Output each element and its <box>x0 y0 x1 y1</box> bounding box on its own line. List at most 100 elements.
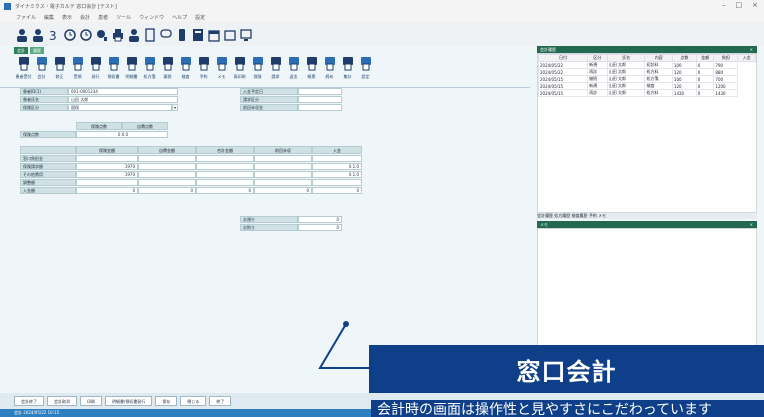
grid-cell[interactable]: 0 <box>138 187 196 194</box>
right-field-value[interactable] <box>298 104 342 111</box>
history-column-header[interactable]: 点数 <box>671 54 697 62</box>
tool-button[interactable]: 再印刷 <box>232 54 247 86</box>
grid-cell[interactable]: 0.1.0 <box>312 163 362 170</box>
person-icon[interactable] <box>32 26 44 42</box>
menu-item[interactable]: 編集 <box>44 14 54 21</box>
person-icon[interactable] <box>128 26 140 42</box>
history-column-header[interactable]: 金額 <box>695 54 715 62</box>
history-column-header[interactable]: 内容 <box>644 54 673 62</box>
patient-id-field[interactable]: 001-0001234 <box>68 88 178 95</box>
history-column-header[interactable]: 日付 <box>537 54 589 62</box>
grid-cell[interactable]: 1970 <box>76 171 138 178</box>
patient-name-field[interactable]: 山田 太郎 <box>68 96 178 103</box>
grid-cell[interactable] <box>196 155 254 162</box>
tab-history[interactable]: 履歴 <box>30 47 44 54</box>
monitor-icon[interactable] <box>240 26 252 42</box>
right-field-value[interactable] <box>298 88 342 95</box>
close-icon[interactable]: × <box>750 221 753 228</box>
finish-button[interactable]: 会計終了 <box>14 396 44 406</box>
menu-item[interactable]: 会計 <box>80 14 90 21</box>
tool-button[interactable]: 請求 <box>268 54 283 86</box>
points-value[interactable]: 0.0.0 <box>76 131 168 138</box>
grid-cell[interactable]: 0 <box>76 187 138 194</box>
tool-button[interactable]: 予約 <box>196 54 211 86</box>
tool-button[interactable]: 返金 <box>286 54 301 86</box>
right-field-value[interactable] <box>298 96 342 103</box>
menu-item[interactable]: ファイル <box>16 14 36 21</box>
grid-cell[interactable]: 0 <box>312 187 362 194</box>
tool-button[interactable]: 領収書 <box>106 54 121 86</box>
folder-icon[interactable] <box>224 26 236 42</box>
grid-cell[interactable] <box>254 171 312 178</box>
tool-button[interactable]: 帳票 <box>304 54 319 86</box>
insurance-select[interactable]: 国保 <box>68 104 172 111</box>
close-icon[interactable]: × <box>752 1 758 9</box>
grid-cell[interactable] <box>254 179 312 186</box>
print-button[interactable]: 印刷 <box>80 396 102 406</box>
history-tab-strip[interactable]: 会計履歴 処方履歴 検査履歴 予約 メモ <box>537 213 757 219</box>
tool-button[interactable]: 設定 <box>358 54 373 86</box>
menu-item[interactable]: 患者 <box>98 14 108 21</box>
history-column-header[interactable]: 氏名 <box>606 54 646 62</box>
chevron-down-icon[interactable]: ▾ <box>172 104 178 111</box>
grid-cell[interactable] <box>196 163 254 170</box>
deposit-field[interactable]: 0 <box>298 216 342 223</box>
tool-button[interactable]: 発行 <box>88 54 103 86</box>
grid-cell[interactable]: 1970 <box>76 163 138 170</box>
history-row[interactable]: 2024/05/15 新規 山田 太郎 検査 120 0 1200 <box>537 82 756 90</box>
grid-cell[interactable] <box>138 163 196 170</box>
tab-accounting[interactable]: 会計 <box>14 47 28 54</box>
history-row[interactable]: 2024/05/15 再診 山田 太郎 処方料 1430 0 1430 <box>537 89 756 97</box>
number-icon[interactable]: 3 <box>48 26 60 42</box>
grid-cell[interactable] <box>138 171 196 178</box>
tool-button[interactable]: 患者受付 <box>16 54 32 86</box>
menu-item[interactable]: ヘルプ <box>172 14 187 21</box>
history-row[interactable]: 2024/05/22 新規 山田 太郎 初診料 100 0 790 <box>537 61 756 69</box>
calendar-icon[interactable] <box>208 26 220 42</box>
tool-button[interactable]: 保険 <box>250 54 265 86</box>
menu-item[interactable]: 表示 <box>62 14 72 21</box>
grid-cell[interactable]: 0 <box>196 187 254 194</box>
grid-cell[interactable]: 0.1.0 <box>312 171 362 178</box>
exit-button[interactable]: 終了 <box>209 396 232 406</box>
tool-button[interactable]: 検査 <box>178 54 193 86</box>
cancel-button[interactable]: 会計取消 <box>47 396 77 406</box>
printer-icon[interactable] <box>112 26 124 42</box>
chat-icon[interactable] <box>160 26 172 42</box>
tool-button[interactable]: 処方箋 <box>142 54 157 86</box>
grid-cell[interactable] <box>254 155 312 162</box>
minimize-icon[interactable]: – <box>722 1 726 9</box>
grid-cell[interactable]: 0 <box>254 187 312 194</box>
close-icon[interactable]: × <box>750 46 753 53</box>
person-icon[interactable] <box>16 26 28 42</box>
history-row[interactable]: 2024/05/22 再診 山田 太郎 処方料 120 0 880 <box>537 68 756 76</box>
tool-button[interactable]: 締め <box>322 54 337 86</box>
menu-item[interactable]: 設定 <box>195 14 205 21</box>
history-column-header[interactable]: 負担 <box>713 54 739 62</box>
grid-cell[interactable] <box>138 155 196 162</box>
document-icon[interactable] <box>144 26 156 42</box>
change-field[interactable]: 0 <box>298 224 342 231</box>
tool-button[interactable]: 会計 <box>34 54 49 86</box>
tool-button[interactable]: メモ <box>214 54 229 86</box>
book-icon[interactable] <box>192 26 204 42</box>
menu-item[interactable]: ウィンドウ <box>139 14 164 21</box>
grid-cell[interactable] <box>196 171 254 178</box>
clock-icon[interactable] <box>80 26 92 42</box>
grid-cell[interactable] <box>76 179 138 186</box>
grid-cell[interactable] <box>312 179 362 186</box>
close-button[interactable]: 閉じる <box>180 396 207 406</box>
grid-cell[interactable] <box>196 179 254 186</box>
tool-button[interactable]: 受領 <box>70 54 85 86</box>
maximize-icon[interactable]: □ <box>736 1 743 9</box>
grid-cell[interactable] <box>254 163 312 170</box>
menu-item[interactable]: ツール <box>116 14 131 21</box>
clock-icon[interactable] <box>64 26 76 42</box>
tool-button[interactable]: 明細書 <box>124 54 139 86</box>
grid-cell[interactable] <box>312 155 362 162</box>
phone-icon[interactable] <box>176 26 188 42</box>
grid-cell[interactable] <box>76 155 138 162</box>
history-row[interactable]: 2024/05/15 継続 山田 太郎 処方箋 100 0 700 <box>537 75 756 83</box>
receipt-button[interactable]: 明細書/領収書発行 <box>105 396 153 406</box>
tool-button[interactable]: 修正 <box>52 54 67 86</box>
